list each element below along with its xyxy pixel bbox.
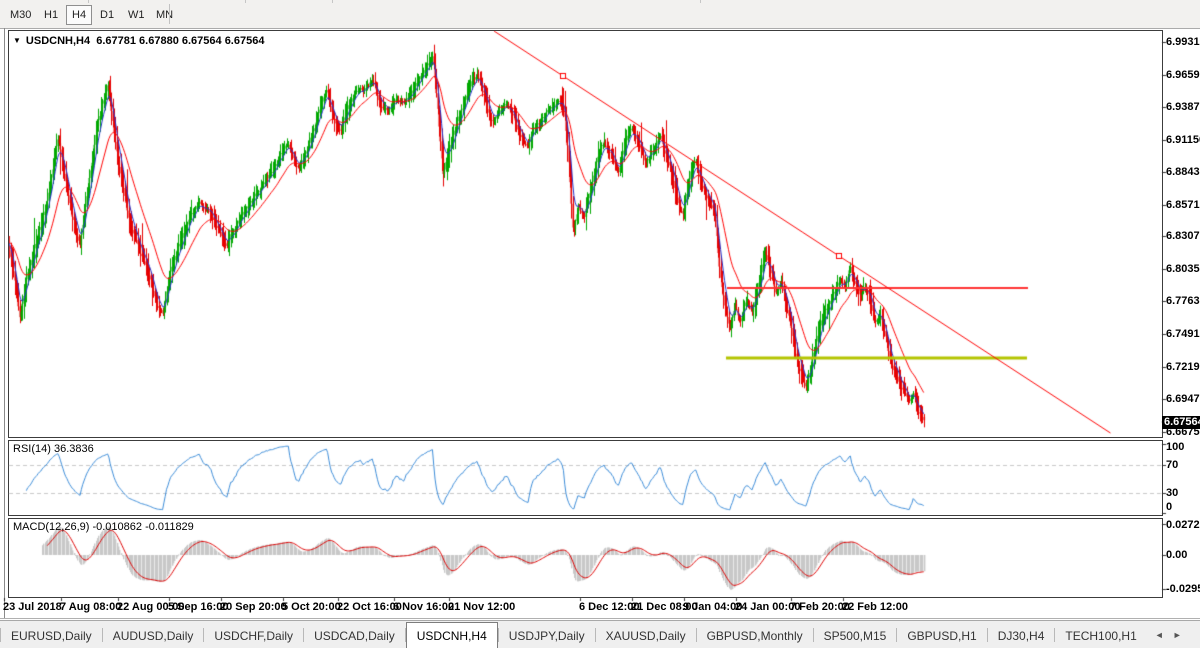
price-axis-label: 6.72190	[1166, 361, 1200, 373]
tab-usdchf-daily[interactable]: USDCHF,Daily	[204, 623, 303, 648]
price-axis-label: 6.69470	[1166, 393, 1200, 405]
price-axis-label: 6.85710	[1166, 199, 1200, 211]
price-axis-label: 6.96590	[1166, 69, 1200, 81]
tab-dj30-h4[interactable]: DJ30,H4	[988, 623, 1055, 648]
rsi-axis-label: 100	[1166, 441, 1184, 453]
time-axis-label: 5 Oct 20:00	[282, 601, 341, 613]
tab-usdcad-daily[interactable]: USDCAD,Daily	[304, 623, 405, 648]
price-axis-label: 6.74910	[1166, 328, 1200, 340]
rsi-axis-label: 0	[1166, 501, 1172, 513]
rsi-axis-label: 30	[1166, 487, 1178, 499]
price-axis-label: 6.93870	[1166, 101, 1200, 113]
rsi-indicator-label: RSI(14) 36.3836	[13, 443, 94, 455]
rsi-axis-label: 70	[1166, 459, 1178, 471]
symbol-tab-bar: EURUSD,DailyAUDUSD,DailyUSDCHF,DailyUSDC…	[0, 620, 1200, 648]
price-axis-label: 6.66750	[1166, 426, 1200, 438]
time-axis-label: 7 Aug 08:00	[60, 601, 121, 613]
price-axis-label: 6.83070	[1166, 230, 1200, 242]
macd-axis-label: 0.00	[1166, 549, 1187, 561]
tab-scroll-arrows: ◄►	[1155, 621, 1182, 648]
time-axis-label: 21 Nov 12:00	[448, 601, 515, 613]
macd-axis-label: 0.027219	[1166, 519, 1200, 531]
price-axis-label: 6.88430	[1166, 166, 1200, 178]
tab-xauusd-daily[interactable]: XAUUSD,Daily	[596, 623, 696, 648]
time-axis-label: 22 Feb 12:00	[842, 601, 908, 613]
time-axis-label: 6 Nov 16:00	[393, 601, 454, 613]
tab-gbpusd-h1[interactable]: GBPUSD,H1	[897, 623, 986, 648]
price-axis-label: 6.91150	[1166, 134, 1200, 146]
chart-ohlc-values: 6.67781 6.67880 6.67564 6.67564	[96, 35, 264, 47]
time-axis-label: 7 Feb 20:00	[790, 601, 850, 613]
tab-sp500-m15[interactable]: SP500,M15	[814, 623, 897, 648]
mt4-terminal-window: M30H1H4D1W1MN ▼USDCNH,H4 6.67781 6.67880…	[0, 0, 1200, 648]
time-axis-label: 9 Jan 04:00	[683, 601, 742, 613]
tab-usdcnh-h4[interactable]: USDCNH,H4	[406, 622, 498, 648]
chart-title: ▼ USDCNH,H4 6.67781 6.67880 6.67564 6.675…	[13, 35, 264, 47]
tab-scroll-left-icon[interactable]: ◄	[1155, 630, 1164, 640]
tab-usdjpy-daily[interactable]: USDJPY,Daily	[499, 623, 595, 648]
chart-symbol-timeframe: USDCNH,H4	[26, 35, 90, 47]
macd-indicator-label: MACD(12,26,9) -0.010862 -0.011829	[13, 521, 194, 533]
tab-tech100-h1[interactable]: TECH100,H1	[1055, 623, 1146, 648]
time-axis-label: 20 Sep 20:00	[220, 601, 287, 613]
price-axis-label: 6.99310	[1166, 36, 1200, 48]
tab-scroll-right-icon[interactable]: ►	[1173, 630, 1182, 640]
tab-audusd-daily[interactable]: AUDUSD,Daily	[103, 623, 204, 648]
price-axis-label: 6.80350	[1166, 263, 1200, 275]
tab-gbpusd-monthly[interactable]: GBPUSD,Monthly	[697, 623, 813, 648]
tab-eurusd-daily[interactable]: EURUSD,Daily	[1, 623, 102, 648]
symbol-dropdown-icon[interactable]: ▼	[13, 36, 21, 45]
time-axis-label: 23 Jul 2018	[3, 601, 62, 613]
price-axis-label: 6.77630	[1166, 295, 1200, 307]
macd-axis-label: -0.029558	[1166, 583, 1200, 595]
